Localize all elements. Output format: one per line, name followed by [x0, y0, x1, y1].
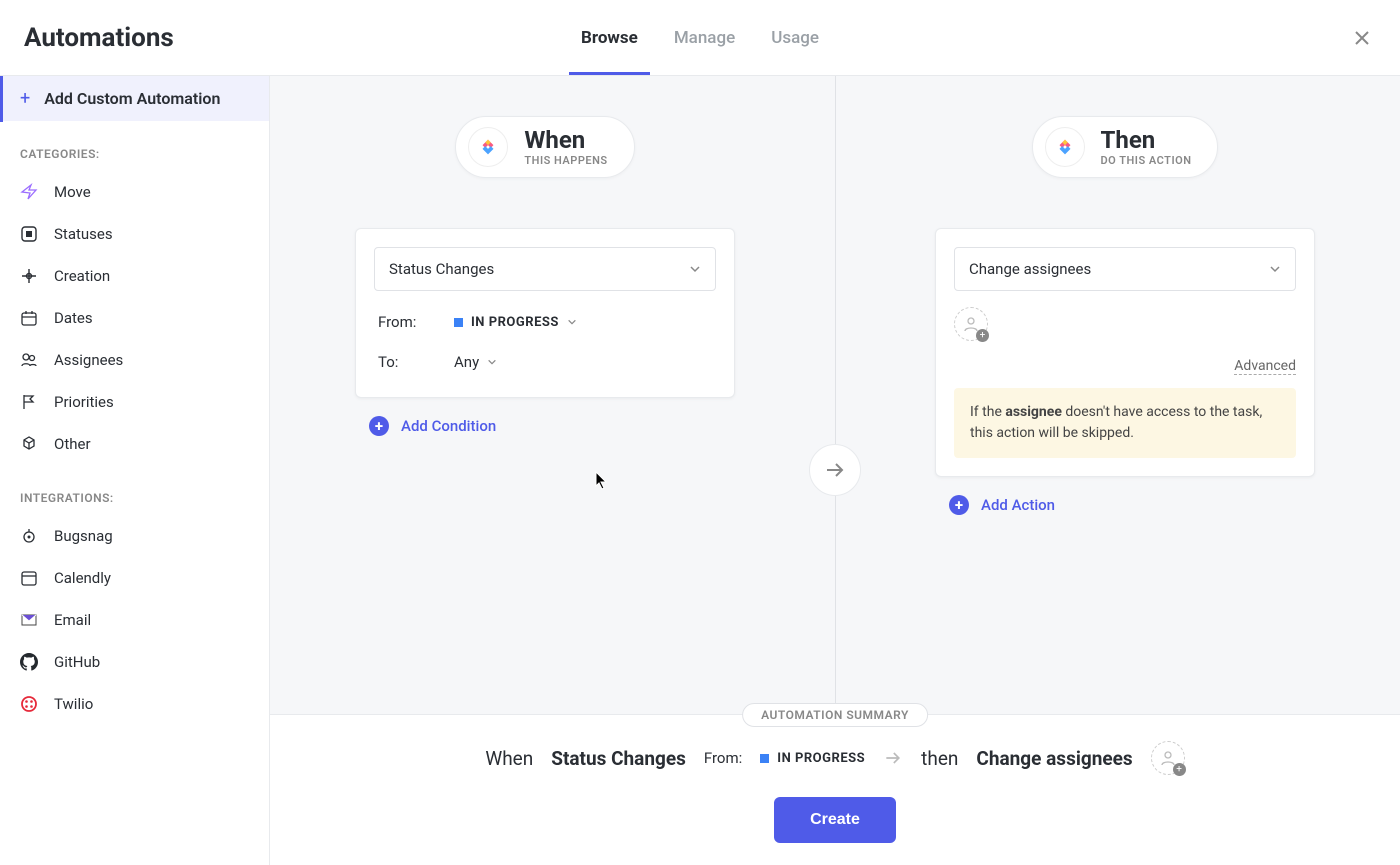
- add-action-label: Add Action: [981, 496, 1055, 514]
- assignees-icon: [20, 351, 38, 369]
- other-icon: [20, 435, 38, 453]
- clickup-logo-icon: [1045, 127, 1085, 167]
- trigger-card: Status Changes From: IN PROGRESS To:: [355, 228, 735, 398]
- summary-then: then: [921, 747, 958, 770]
- create-button[interactable]: Create: [774, 797, 896, 843]
- clickup-logo-icon: [468, 127, 508, 167]
- then-header: Then DO THIS ACTION: [1032, 116, 1219, 178]
- tab-browse[interactable]: Browse: [581, 0, 638, 75]
- sidebar-item-label: Move: [54, 183, 91, 201]
- calendly-icon: [20, 569, 38, 587]
- sidebar-item-priorities[interactable]: Priorities: [0, 381, 269, 423]
- sidebar-item-calendly[interactable]: Calendly: [0, 557, 269, 599]
- sidebar-item-label: Twilio: [54, 695, 93, 713]
- twilio-icon: [20, 695, 38, 713]
- statuses-icon: [20, 225, 38, 243]
- plus-circle-icon: +: [369, 416, 389, 436]
- categories-label: CATEGORIES:: [0, 121, 269, 171]
- arrow-right-icon: [883, 748, 903, 768]
- chevron-down-icon: [689, 263, 701, 275]
- arrow-right-icon: [823, 458, 847, 482]
- tab-manage[interactable]: Manage: [674, 0, 735, 75]
- add-custom-label: Add Custom Automation: [44, 89, 220, 108]
- summary-from-status: IN PROGRESS: [760, 751, 865, 766]
- sidebar-item-other[interactable]: Other: [0, 423, 269, 465]
- close-icon: [1352, 28, 1372, 48]
- action-card: Change assignees + Advanced If the assig…: [935, 228, 1315, 477]
- action-value: Change assignees: [969, 260, 1091, 278]
- summary-trigger: Status Changes: [551, 747, 686, 770]
- from-status-value: IN PROGRESS: [471, 315, 559, 330]
- trigger-value: Status Changes: [389, 260, 494, 278]
- sidebar-item-label: Priorities: [54, 393, 114, 411]
- priorities-icon: [20, 393, 38, 411]
- add-condition-button[interactable]: + Add Condition: [355, 416, 496, 436]
- from-status-dropdown[interactable]: IN PROGRESS: [454, 315, 577, 330]
- sidebar-item-twilio[interactable]: Twilio: [0, 683, 269, 725]
- trigger-dropdown[interactable]: Status Changes: [374, 247, 716, 291]
- plus-circle-icon: +: [949, 495, 969, 515]
- when-title: When: [524, 127, 607, 153]
- sidebar-item-bugsnag[interactable]: Bugsnag: [0, 515, 269, 557]
- then-subtitle: DO THIS ACTION: [1101, 154, 1192, 167]
- sidebar-item-label: Statuses: [54, 225, 113, 243]
- summary-label: AUTOMATION SUMMARY: [742, 703, 928, 727]
- plus-icon: +: [20, 88, 30, 109]
- from-label: From:: [378, 313, 428, 331]
- integrations-label: INTEGRATIONS:: [0, 465, 269, 515]
- sidebar-item-label: GitHub: [54, 653, 100, 671]
- summary-action: Change assignees: [976, 747, 1132, 770]
- to-status-dropdown[interactable]: Any: [454, 353, 497, 371]
- when-subtitle: THIS HAPPENS: [524, 154, 607, 167]
- sidebar-item-assignees[interactable]: Assignees: [0, 339, 269, 381]
- bugsnag-icon: [20, 527, 38, 545]
- status-color-icon: [454, 318, 463, 327]
- add-custom-automation-button[interactable]: + Add Custom Automation: [0, 76, 269, 121]
- sidebar-item-github[interactable]: GitHub: [0, 641, 269, 683]
- add-assignee-button[interactable]: +: [954, 307, 988, 341]
- add-condition-label: Add Condition: [401, 417, 496, 435]
- sidebar-item-label: Email: [54, 611, 91, 629]
- summary-when: When: [485, 747, 533, 770]
- sidebar-item-label: Dates: [54, 309, 93, 327]
- mini-plus-icon: +: [976, 329, 989, 342]
- arrow-connector: [809, 444, 861, 496]
- sidebar: + Add Custom Automation CATEGORIES: Move…: [0, 76, 270, 865]
- sidebar-item-statuses[interactable]: Statuses: [0, 213, 269, 255]
- chevron-down-icon: [1269, 263, 1281, 275]
- action-dropdown[interactable]: Change assignees: [954, 247, 1296, 291]
- sidebar-item-email[interactable]: Email: [0, 599, 269, 641]
- dates-icon: [20, 309, 38, 327]
- automation-canvas: When THIS HAPPENS Status Changes From: I…: [270, 76, 1400, 865]
- page-title: Automations: [24, 23, 174, 53]
- mini-plus-icon: +: [1173, 763, 1186, 776]
- close-button[interactable]: [1348, 24, 1376, 52]
- status-color-icon: [760, 754, 769, 763]
- when-header: When THIS HAPPENS: [455, 116, 634, 178]
- sidebar-item-label: Calendly: [54, 569, 111, 587]
- sidebar-item-label: Other: [54, 435, 91, 453]
- sidebar-item-creation[interactable]: Creation: [0, 255, 269, 297]
- chevron-down-icon: [487, 357, 497, 367]
- summary-assignee-placeholder[interactable]: +: [1151, 741, 1185, 775]
- summary-bar: AUTOMATION SUMMARY When Status Changes F…: [270, 714, 1400, 865]
- sidebar-item-move[interactable]: Move: [0, 171, 269, 213]
- sidebar-item-label: Assignees: [54, 351, 123, 369]
- sidebar-item-label: Bugsnag: [54, 527, 113, 545]
- add-action-button[interactable]: + Add Action: [935, 495, 1055, 515]
- email-icon: [20, 611, 38, 629]
- advanced-link[interactable]: Advanced: [1234, 358, 1296, 375]
- chevron-down-icon: [567, 317, 577, 327]
- then-title: Then: [1101, 127, 1192, 153]
- github-icon: [20, 653, 38, 671]
- move-icon: [20, 183, 38, 201]
- assignee-access-notice: If the assignee doesn't have access to t…: [954, 388, 1296, 458]
- to-status-value: Any: [454, 353, 479, 371]
- to-label: To:: [378, 353, 428, 371]
- creation-icon: [20, 267, 38, 285]
- sidebar-item-label: Creation: [54, 267, 110, 285]
- summary-from-label: From:: [704, 749, 742, 767]
- sidebar-item-dates[interactable]: Dates: [0, 297, 269, 339]
- tab-usage[interactable]: Usage: [771, 0, 819, 75]
